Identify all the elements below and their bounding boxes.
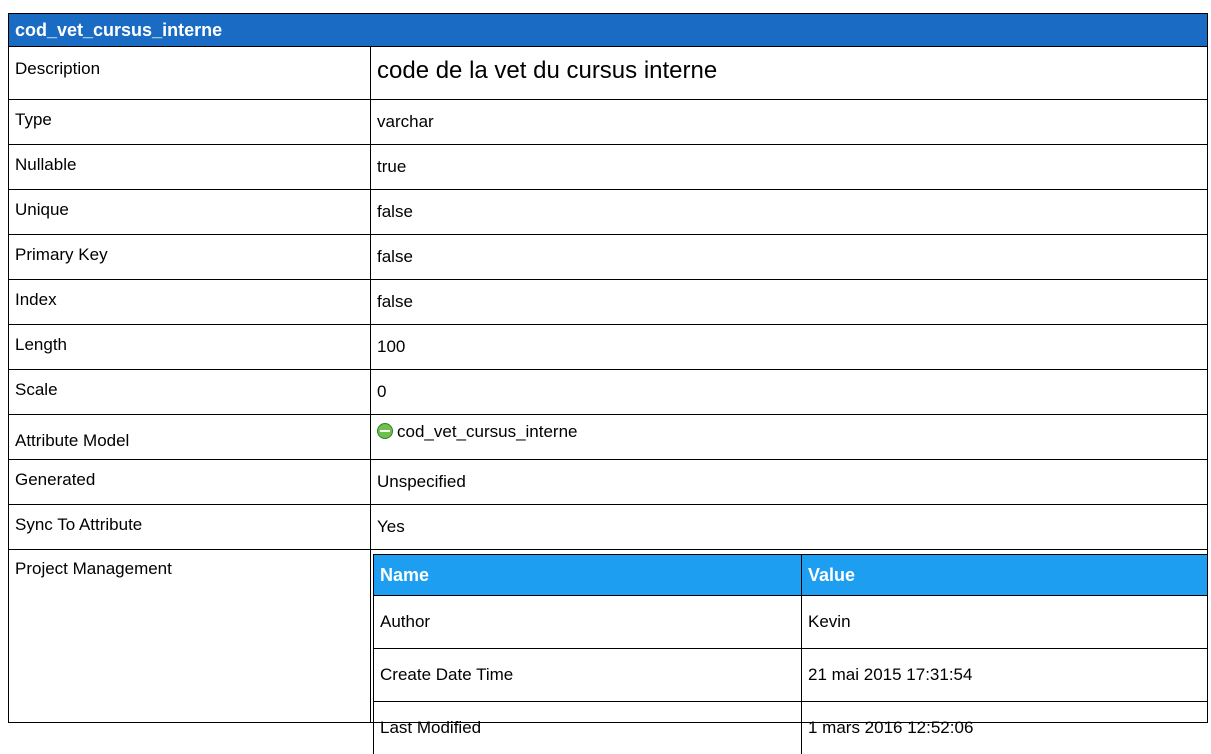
table-row: Create Date Time 21 mai 2015 17:31:54 — [374, 649, 1208, 702]
row-label: Unique — [9, 190, 371, 234]
row-value: cod_vet_cursus_interne — [371, 415, 1207, 459]
row-length: Length 100 — [9, 325, 1207, 370]
row-label: Project Management — [9, 550, 371, 722]
table-cell-value: Kevin — [802, 596, 1208, 649]
row-value: varchar — [371, 100, 1207, 144]
row-type: Type varchar — [9, 100, 1207, 145]
row-primary-key: Primary Key false — [9, 235, 1207, 280]
row-scale: Scale 0 — [9, 370, 1207, 415]
row-label: Sync To Attribute — [9, 505, 371, 549]
attribute-details-sheet: cod_vet_cursus_interne Description code … — [8, 13, 1208, 723]
row-nullable: Nullable true — [9, 145, 1207, 190]
project-management-container: Name Value Author Kevin Create Date Time… — [371, 550, 1207, 722]
row-value: 0 — [371, 370, 1207, 414]
row-generated: Generated Unspecified — [9, 460, 1207, 505]
row-label: Generated — [9, 460, 371, 504]
row-label: Description — [9, 47, 371, 99]
row-project-management: Project Management Name Value Author Kev… — [9, 550, 1207, 722]
row-value: false — [371, 190, 1207, 234]
table-cell-value: 21 mai 2015 17:31:54 — [802, 649, 1208, 702]
row-sync-to-attribute: Sync To Attribute Yes — [9, 505, 1207, 550]
row-value: Unspecified — [371, 460, 1207, 504]
row-value: Yes — [371, 505, 1207, 549]
row-label: Nullable — [9, 145, 371, 189]
row-label: Length — [9, 325, 371, 369]
row-value: 100 — [371, 325, 1207, 369]
row-label: Type — [9, 100, 371, 144]
attribute-model-link[interactable]: cod_vet_cursus_interne — [397, 422, 578, 441]
row-value: false — [371, 280, 1207, 324]
row-description: Description code de la vet du cursus int… — [9, 47, 1207, 100]
row-unique: Unique false — [9, 190, 1207, 235]
table-row: Author Kevin — [374, 596, 1208, 649]
row-label: Attribute Model — [9, 415, 371, 459]
row-value: true — [371, 145, 1207, 189]
attribute-model-icon — [377, 423, 393, 439]
row-index: Index false — [9, 280, 1207, 325]
row-label: Index — [9, 280, 371, 324]
column-header-value: Value — [802, 555, 1208, 596]
row-label: Primary Key — [9, 235, 371, 279]
table-header-row: Name Value — [374, 555, 1208, 596]
project-management-table: Name Value Author Kevin Create Date Time… — [373, 554, 1207, 754]
row-value: code de la vet du cursus interne — [371, 47, 1207, 99]
row-value: false — [371, 235, 1207, 279]
attribute-title: cod_vet_cursus_interne — [9, 14, 1207, 47]
row-attribute-model: Attribute Model cod_vet_cursus_interne — [9, 415, 1207, 460]
column-header-name: Name — [374, 555, 802, 596]
table-cell-name: Create Date Time — [374, 649, 802, 702]
table-cell-name: Author — [374, 596, 802, 649]
row-label: Scale — [9, 370, 371, 414]
